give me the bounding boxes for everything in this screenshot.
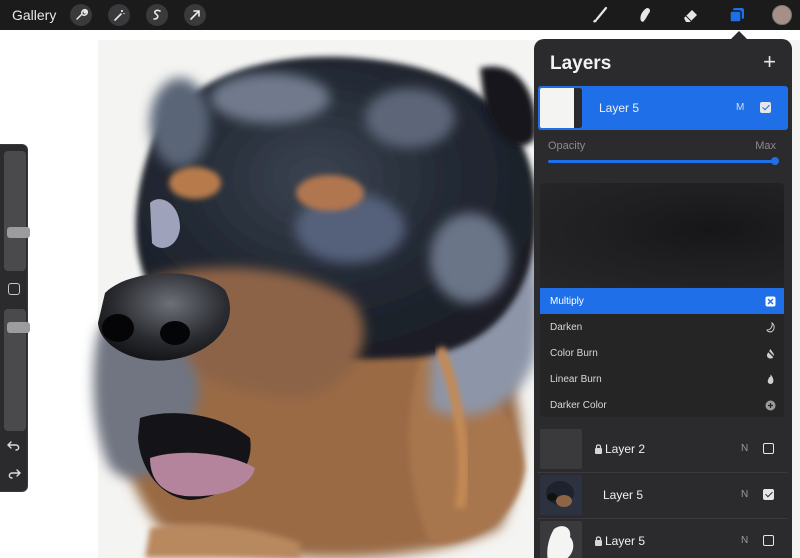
brush-size-thumb[interactable] [7, 227, 30, 238]
active-layer-row[interactable]: Layer 5 M [538, 86, 788, 130]
layer-visibility-checkbox[interactable] [763, 443, 774, 454]
selection-icon[interactable] [146, 4, 168, 26]
blend-option-label: Multiply [550, 296, 584, 307]
layer-thumbnail [540, 521, 582, 558]
brush-icon[interactable] [588, 4, 610, 26]
opacity-slider-thumb[interactable] [771, 157, 779, 165]
smudge-icon[interactable] [634, 4, 656, 26]
blend-option-darken[interactable]: Darken [540, 314, 784, 340]
magic-wand-icon[interactable] [108, 4, 130, 26]
blend-option-darker-color[interactable]: Darker Color [540, 392, 784, 417]
color-picker-swatch[interactable] [772, 5, 792, 25]
blend-mode-menu: Multiply Darken Color Burn Linear Burn D… [540, 183, 784, 417]
layers-icon[interactable] [726, 4, 748, 26]
blend-option-label: Darken [550, 322, 582, 333]
blend-option-label: Darker Color [550, 400, 607, 411]
brush-opacity-slider[interactable] [4, 309, 26, 431]
opacity-slider[interactable] [548, 160, 776, 163]
panel-title: Layers [550, 53, 611, 75]
undo-icon[interactable] [6, 439, 22, 453]
multiply-icon [764, 295, 776, 307]
redo-icon[interactable] [6, 467, 22, 481]
drop-slash-icon [764, 347, 776, 359]
layer-thumbnail [540, 475, 582, 515]
layer-name: Layer 2 [605, 442, 645, 456]
layer-blend-mode-button[interactable]: N [741, 489, 748, 500]
lock-icon [594, 444, 603, 454]
layers-panel: Layers + Layer 5 M Opacity Max Multiply … [534, 39, 792, 558]
layer-blend-mode-button[interactable]: N [741, 535, 748, 546]
lock-icon [594, 536, 603, 546]
modify-button[interactable] [8, 283, 20, 295]
blend-option-linear-burn[interactable]: Linear Burn [540, 366, 784, 392]
add-layer-button[interactable]: + [763, 51, 776, 73]
blend-option-label: Linear Burn [550, 374, 602, 385]
opacity-value: Max [755, 140, 776, 152]
layer-visibility-checkbox[interactable] [760, 102, 771, 113]
brush-size-slider[interactable] [4, 151, 26, 271]
layer-thumbnail [540, 88, 582, 128]
layer-blend-mode-button[interactable]: M [736, 102, 744, 113]
layer-name: Layer 5 [605, 534, 645, 548]
blend-option-label: Color Burn [550, 348, 598, 359]
flame-icon [764, 373, 776, 385]
gallery-button[interactable]: Gallery [12, 7, 56, 23]
blend-option-color-burn[interactable]: Color Burn [540, 340, 784, 366]
moon-icon [764, 321, 776, 333]
transform-arrow-icon[interactable] [184, 4, 206, 26]
brush-opacity-thumb[interactable] [7, 322, 30, 333]
left-sidebar [0, 144, 28, 492]
layer-name: Layer 5 [599, 101, 639, 115]
opacity-label: Opacity [548, 140, 585, 152]
layer-visibility-checkbox[interactable] [763, 489, 774, 500]
blend-option-multiply[interactable]: Multiply [540, 288, 784, 314]
layer-row[interactable]: Layer 2 N [538, 427, 788, 471]
layer-row[interactable]: Layer 5 N [538, 473, 788, 517]
layer-thumbnail [540, 429, 582, 469]
eraser-icon[interactable] [680, 4, 702, 26]
layer-row[interactable]: Layer 5 N [538, 519, 788, 558]
wrench-icon[interactable] [70, 4, 92, 26]
top-toolbar: Gallery [0, 0, 800, 30]
plus-circle-icon [764, 399, 776, 411]
layer-blend-mode-button[interactable]: N [741, 443, 748, 454]
layer-visibility-checkbox[interactable] [763, 535, 774, 546]
blend-preview [540, 183, 784, 287]
layer-name: Layer 5 [603, 488, 643, 502]
